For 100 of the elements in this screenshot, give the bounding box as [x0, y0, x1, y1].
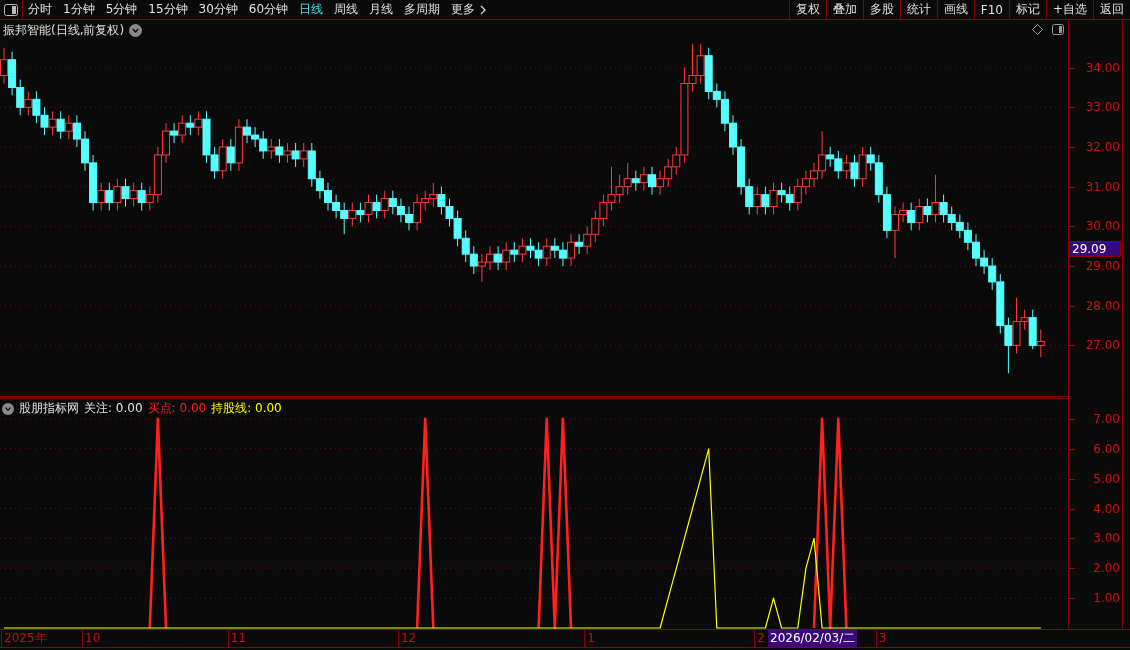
- candlestick: [518, 237, 527, 263]
- indicator-name: 股朋指标网: [19, 400, 79, 417]
- date-label: 2025年: [1, 630, 47, 647]
- axis-label: 27.00: [1085, 337, 1120, 354]
- period-tab[interactable]: 周线: [334, 1, 359, 18]
- candlestick: [575, 233, 584, 255]
- period-tab[interactable]: 分时: [28, 1, 52, 18]
- axis-label: 5.00: [1093, 470, 1120, 487]
- period-tab[interactable]: 日线: [299, 1, 324, 18]
- period-tab[interactable]: 15分钟: [148, 1, 188, 18]
- toolbar-button[interactable]: +自选: [1045, 0, 1093, 19]
- candlestick: [648, 166, 656, 196]
- axis-label: 33.00: [1085, 99, 1120, 116]
- axis-label: 29.00: [1085, 258, 1120, 275]
- period-tab[interactable]: 1分钟: [63, 1, 95, 18]
- toolbar-button[interactable]: 画线: [936, 0, 974, 19]
- candlestick: [226, 138, 235, 172]
- candlestick: [283, 142, 292, 164]
- candlestick: [542, 237, 551, 267]
- toolbar-button[interactable]: 标记: [1008, 0, 1046, 19]
- candlestick: [380, 190, 389, 219]
- axis-label: 31.00: [1085, 178, 1120, 195]
- candlestick: [194, 110, 203, 136]
- date-label: 10: [82, 630, 101, 647]
- indicator-value: 关注: 0.00: [84, 400, 143, 417]
- current-price-tag: 29.09: [1069, 241, 1121, 258]
- candlestick: [48, 110, 57, 136]
- toolbar-button[interactable]: 叠加: [825, 0, 863, 19]
- axis-label: 2.00: [1093, 560, 1120, 577]
- toolbar-button[interactable]: 多股: [862, 0, 900, 19]
- candlestick: [915, 198, 924, 231]
- candlestick: [931, 174, 940, 223]
- candlestick: [1036, 329, 1045, 358]
- candlestick: [850, 154, 859, 188]
- candlestick: [372, 194, 381, 219]
- candlestick: [510, 241, 519, 263]
- candlestick: [56, 110, 65, 140]
- indicator-value: 持股线: 0.00: [211, 400, 282, 417]
- candlestick: [502, 241, 511, 271]
- candlestick: [105, 182, 114, 211]
- candlestick: [64, 114, 73, 140]
- period-tab[interactable]: 更多: [451, 1, 487, 18]
- candlestick: [567, 233, 575, 267]
- axis-label: 34.00: [1085, 59, 1120, 76]
- toolbar-button[interactable]: 复权: [788, 0, 826, 19]
- candlestick: [348, 202, 357, 227]
- axis-label: 1.00: [1093, 590, 1120, 607]
- candlestick: [121, 178, 130, 208]
- candlestick: [24, 90, 33, 116]
- candlestick: [291, 142, 300, 168]
- candlestick: [364, 194, 373, 223]
- period-tab[interactable]: 30分钟: [198, 1, 238, 18]
- candlestick: [129, 182, 138, 208]
- period-tab[interactable]: 60分钟: [248, 1, 289, 18]
- axis-label: 3.00: [1093, 530, 1120, 547]
- chart-title: 振邦智能(日线,前复权): [3, 22, 125, 39]
- axis-label: 28.00: [1085, 297, 1120, 314]
- candlestick: [299, 142, 308, 168]
- cursor-date-tag: 2026/02/03/二: [768, 630, 858, 647]
- axis-label: 6.00: [1093, 440, 1120, 457]
- date-label: 11: [227, 630, 247, 647]
- panel-toggle-icon[interactable]: [1052, 24, 1064, 35]
- candlestick: [761, 186, 770, 215]
- diamond-icon[interactable]: [1032, 24, 1043, 35]
- candlestick: [178, 114, 187, 144]
- date-label: 1: [584, 630, 595, 647]
- axis-label: 7.00: [1093, 410, 1120, 427]
- candlestick: [356, 202, 365, 223]
- candlestick: [170, 122, 179, 144]
- candlestick: [275, 138, 284, 164]
- candlestick: [631, 170, 640, 192]
- toolbar-button[interactable]: F10: [973, 0, 1009, 19]
- candlestick: [494, 245, 503, 271]
- toolbar-button[interactable]: 返回: [1093, 0, 1130, 19]
- candlestick: [186, 114, 195, 136]
- toolbar-button[interactable]: 统计: [899, 0, 937, 19]
- candlestick: [267, 138, 276, 160]
- candlestick: [858, 146, 867, 188]
- axis-label: 30.00: [1085, 218, 1120, 235]
- candlestick: [923, 198, 932, 223]
- candlestick: [769, 182, 778, 215]
- candlestick: [753, 186, 762, 215]
- date-label: 3: [875, 630, 887, 647]
- chevron-right-icon: [480, 4, 487, 15]
- axis-label: 4.00: [1093, 500, 1120, 517]
- candlestick: [639, 166, 648, 192]
- chevron-down-icon[interactable]: [129, 24, 143, 37]
- candlestick: [907, 202, 916, 231]
- panel-toggle-icon[interactable]: [4, 3, 18, 16]
- period-tab[interactable]: 5分钟: [105, 1, 138, 18]
- period-tab[interactable]: 月线: [369, 1, 394, 18]
- indicator-value: 买点: 0.00: [147, 400, 207, 417]
- candlestick: [97, 182, 106, 211]
- candlestick: [218, 138, 227, 180]
- candlestick: [137, 182, 146, 211]
- date-label: 12: [397, 630, 417, 647]
- candlestick: [842, 154, 851, 180]
- period-tab[interactable]: 多周期: [404, 1, 441, 18]
- axis-label: 32.00: [1085, 139, 1120, 155]
- chevron-down-icon[interactable]: [2, 402, 14, 415]
